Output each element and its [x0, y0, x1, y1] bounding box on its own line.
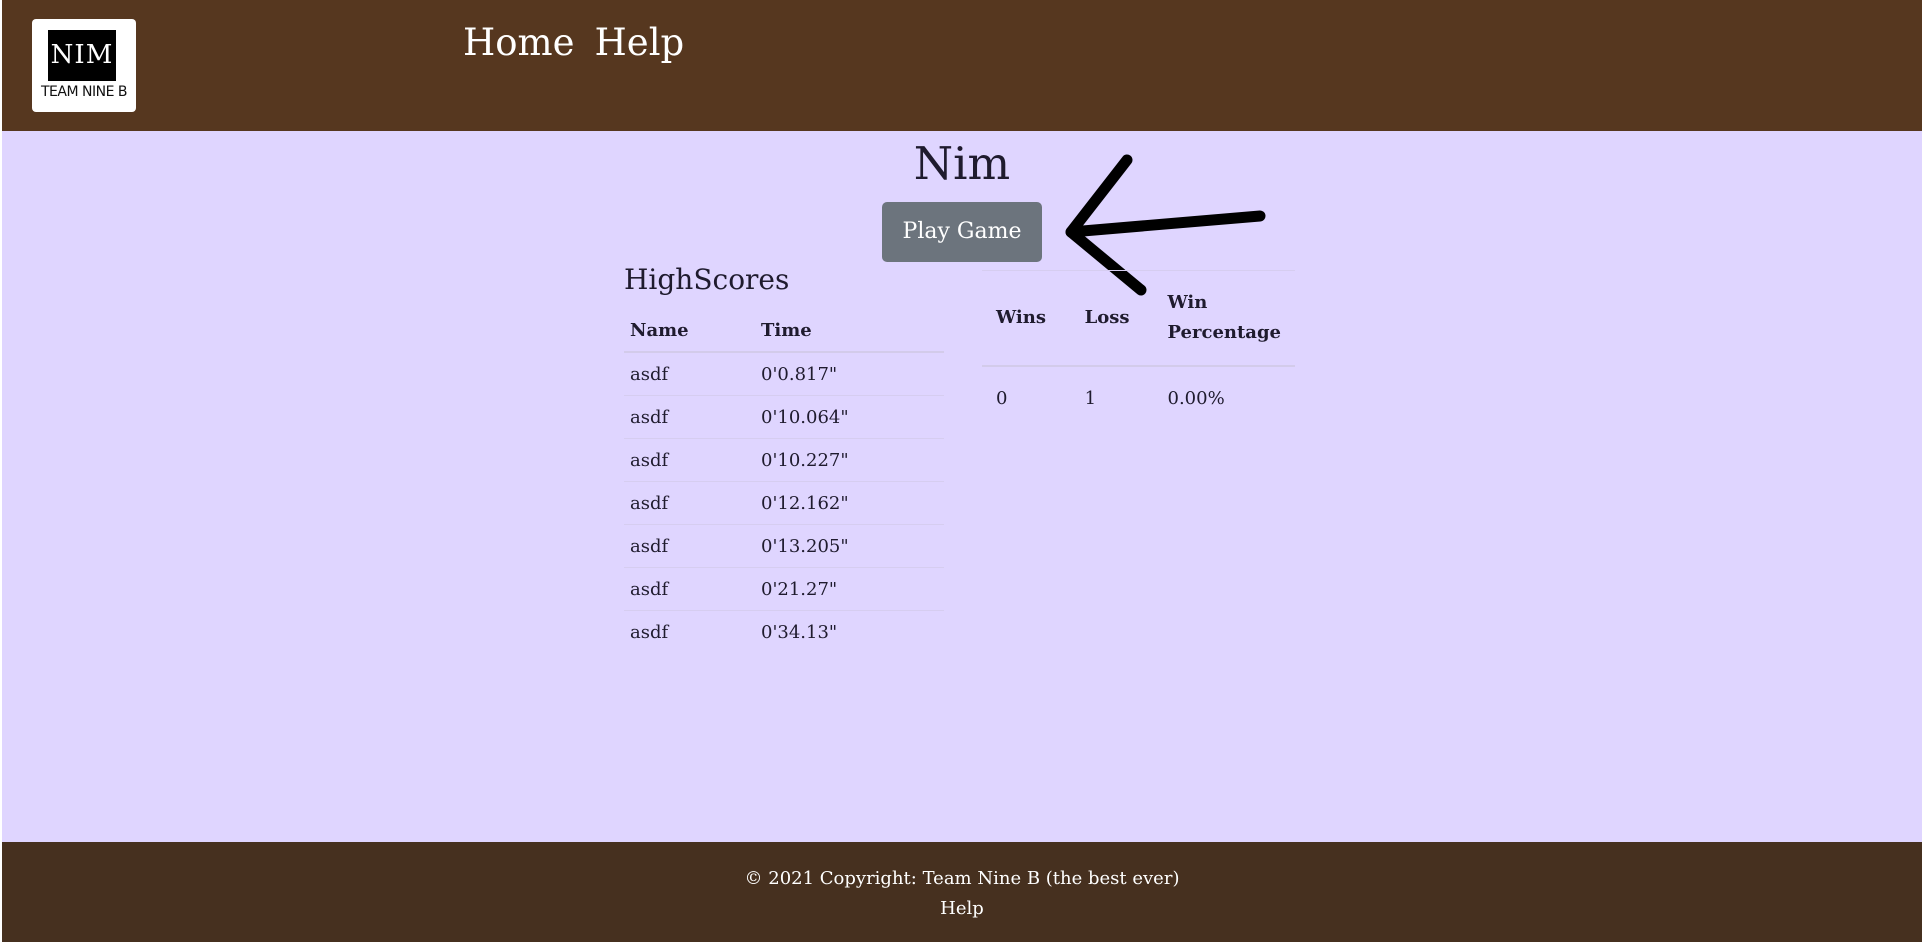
table-row: asdf 0'10.227" [624, 438, 944, 482]
team-logo[interactable]: NIM TEAM NINE B [32, 19, 136, 112]
cell-time: 0'13.205" [755, 524, 944, 568]
main-nav: Home Help [463, 18, 684, 68]
table-row: asdf 0'34.13" [624, 610, 944, 653]
table-row: asdf 0'10.064" [624, 395, 944, 439]
cell-time: 0'10.227" [755, 438, 944, 482]
copyright-text: © 2021 Copyright: Team Nine B (the best … [744, 868, 1180, 889]
column-header-wins: Wins [982, 270, 1071, 367]
site-footer: © 2021 Copyright: Team Nine B (the best … [2, 842, 1922, 942]
cell-loss: 1 [1084, 387, 1097, 409]
column-header-win-percentage: Win Percentage [1153, 270, 1295, 367]
table-row: asdf 0'13.205" [624, 524, 944, 568]
cell-time: 0'0.817" [761, 363, 838, 385]
cell-time: 0'21.27" [755, 567, 944, 611]
footer-help-link[interactable]: Help [2, 894, 1922, 924]
cell-name: asdf [624, 524, 755, 568]
highscores-title: HighScores [624, 263, 790, 296]
page-title: Nim [913, 137, 1011, 190]
table-header-row: Name Time [624, 309, 944, 353]
cell-name: asdf [624, 481, 755, 525]
nav-home-link[interactable]: Home [463, 18, 575, 68]
nav-help-link[interactable]: Help [595, 18, 685, 68]
table-row: 0 1 0.00% [982, 366, 1295, 429]
cell-name: asdf [624, 395, 755, 439]
cell-wins: 0 [996, 387, 1008, 409]
site-header: NIM TEAM NINE B Home Help [2, 0, 1922, 131]
column-header-loss: Loss [1070, 270, 1154, 367]
cell-time: 0'10.064" [755, 395, 944, 439]
logo-subtitle: TEAM NINE B [41, 84, 127, 100]
cell-name: asdf [630, 363, 669, 385]
table-row: asdf 0'0.817" [624, 352, 944, 396]
cell-name: asdf [624, 567, 755, 611]
cell-win-percentage: 0.00% [1167, 387, 1225, 409]
cell-name: asdf [624, 438, 755, 482]
play-game-button[interactable]: Play Game [882, 202, 1042, 262]
table-row: asdf 0'12.162" [624, 481, 944, 525]
column-header-name: Name [624, 309, 755, 353]
highscores-table: Name Time asdf 0'0.817" asdf 0'10.064" a… [624, 309, 944, 653]
cell-name: asdf [624, 610, 755, 653]
stats-table: Wins Loss Win Percentage 0 1 0.00% [982, 270, 1295, 429]
cell-time: 0'34.13" [755, 610, 944, 653]
column-header-time: Time [755, 309, 944, 353]
table-header-row: Wins Loss Win Percentage [982, 270, 1295, 367]
cell-time: 0'12.162" [755, 481, 944, 525]
table-row: asdf 0'21.27" [624, 567, 944, 611]
logo-mark: NIM [48, 30, 116, 81]
